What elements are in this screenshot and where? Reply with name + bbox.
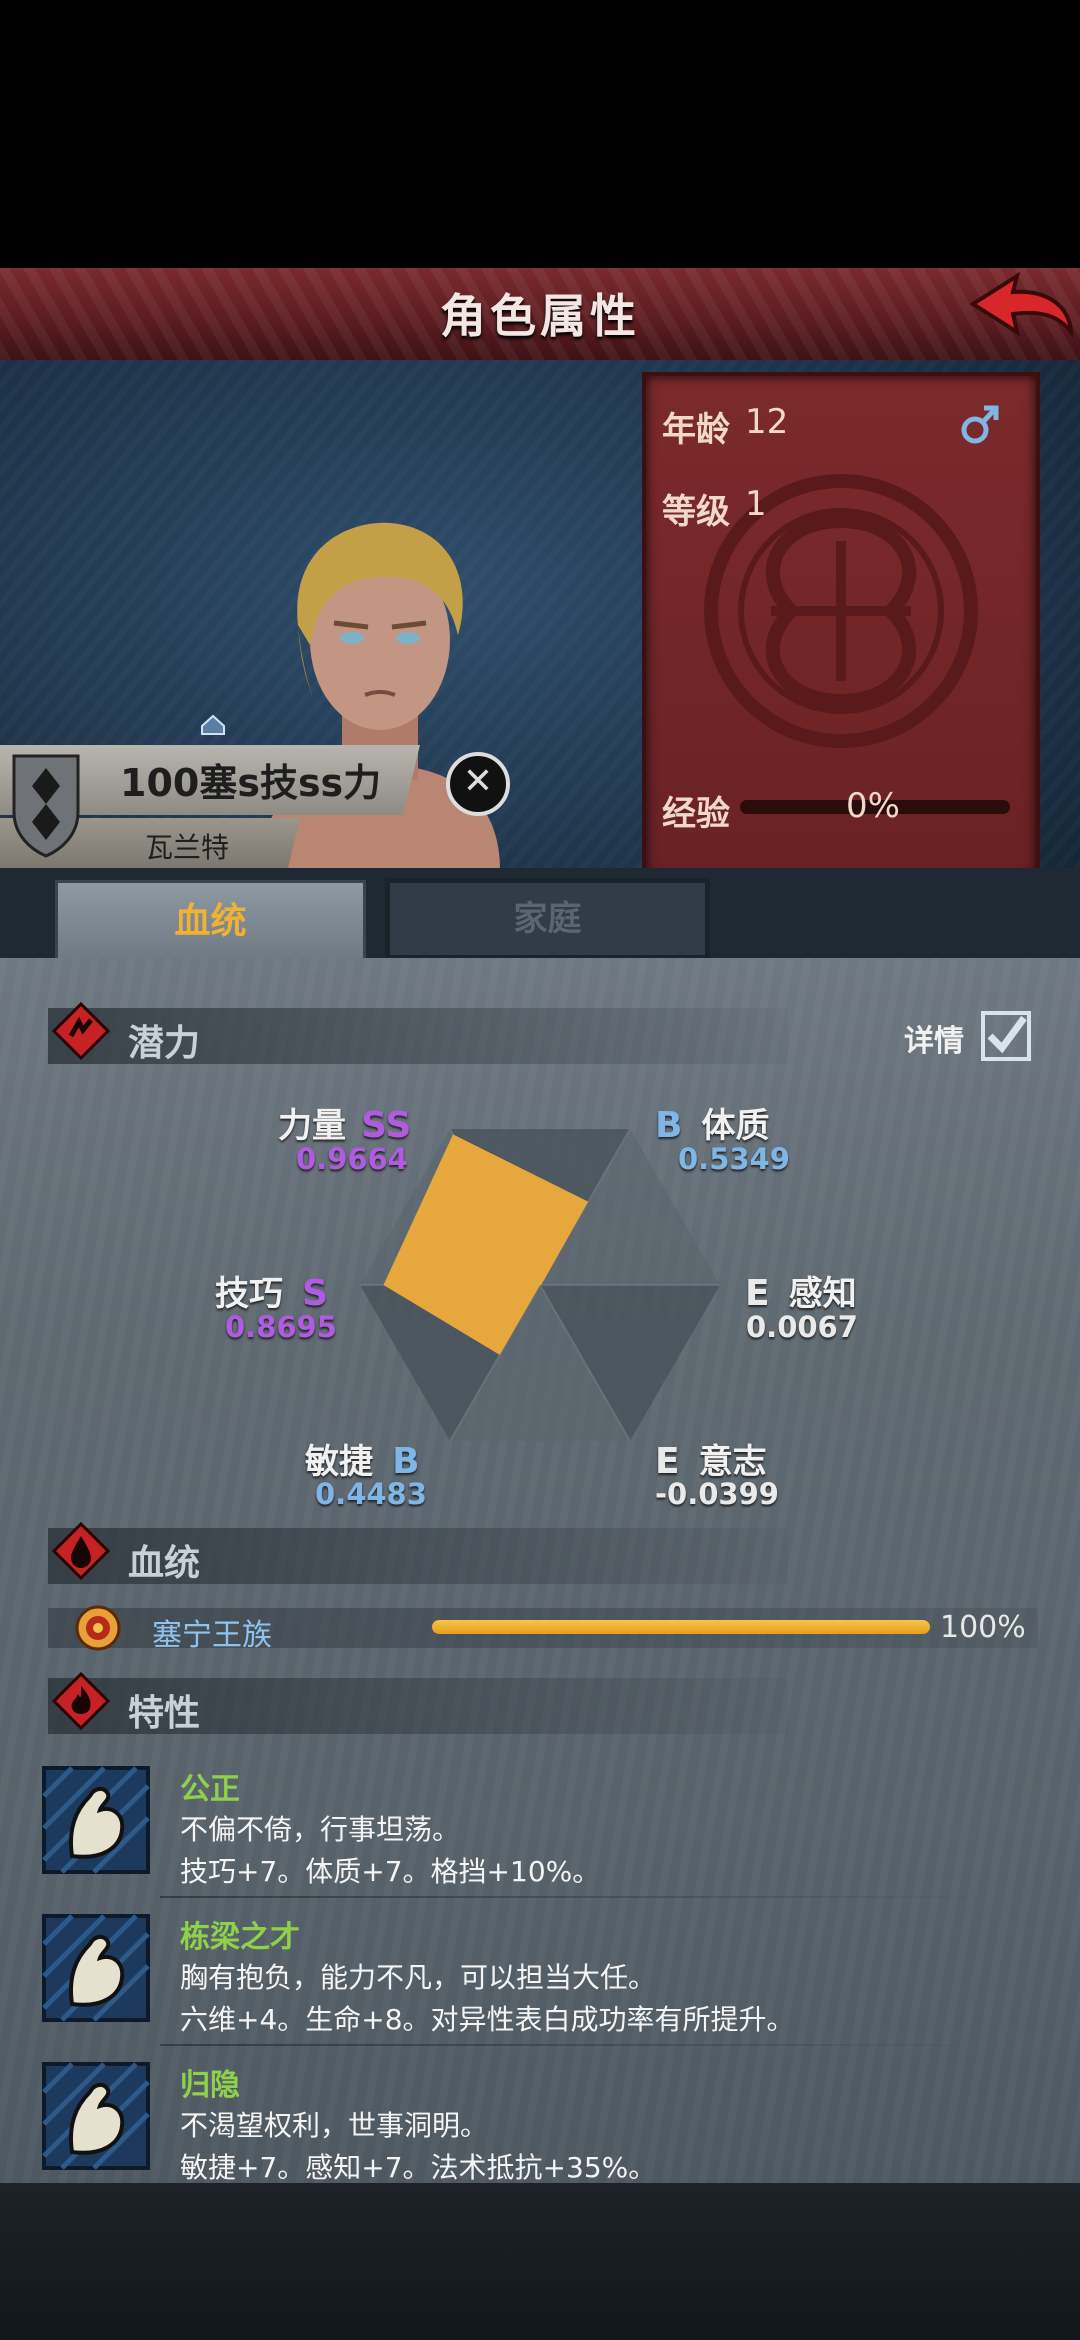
- trait-name-1: 公正: [180, 1772, 240, 1807]
- flame-icon: [52, 1672, 110, 1730]
- muscle-arm-icon: [42, 1914, 150, 2022]
- sun-crest-icon: [75, 1605, 121, 1651]
- grade-constitution: B: [655, 1105, 683, 1146]
- stat-strength: 力量 SS: [278, 1098, 411, 1147]
- tab-family[interactable]: 家庭: [385, 878, 710, 960]
- tab-bloodline[interactable]: 血统: [55, 880, 366, 964]
- value-constitution: 0.5349: [678, 1142, 790, 1176]
- value-strength: 0.9664: [296, 1142, 408, 1176]
- stat-label-skill: 技巧: [215, 1274, 283, 1314]
- stat-label-strength: 力量: [278, 1106, 346, 1146]
- trait-name-3: 归隐: [180, 2068, 240, 2103]
- stat-will: E 意志: [655, 1434, 767, 1483]
- stat-constitution: B 体质: [655, 1098, 770, 1147]
- grade-skill: S: [302, 1273, 329, 1314]
- blood-drop-icon: [52, 1522, 110, 1580]
- stat-label-agility: 敏捷: [305, 1442, 373, 1482]
- stat-label-will: 意志: [698, 1442, 767, 1482]
- potential-icon: [52, 1002, 110, 1060]
- level-value: 1: [745, 484, 767, 524]
- trait-separator: [160, 1896, 1000, 1898]
- character-portrait: [260, 522, 500, 870]
- value-skill: 0.8695: [225, 1310, 337, 1344]
- muscle-arm-icon: [42, 2062, 150, 2170]
- value-will: -0.0399: [655, 1477, 779, 1511]
- bottom-area: [0, 2183, 1080, 2340]
- grade-will: E: [655, 1441, 680, 1482]
- back-arrow-icon[interactable]: [965, 270, 1075, 350]
- close-button[interactable]: ✕: [446, 752, 510, 816]
- stat-label-perception: 感知: [788, 1274, 857, 1314]
- trait-name-2: 栋梁之才: [180, 1920, 300, 1955]
- value-perception: 0.0067: [746, 1310, 858, 1344]
- trait-desc-2: 胸有抱负，能力不凡，可以担当大任。: [180, 1961, 657, 1994]
- grade-agility: B: [392, 1441, 420, 1482]
- bloodline-title: 血统: [128, 1543, 201, 1584]
- level-label: 等级: [662, 492, 730, 532]
- trait-effect-1: 技巧+7。体质+7。格挡+10%。: [180, 1855, 601, 1888]
- stat-label-constitution: 体质: [701, 1106, 770, 1146]
- age-label: 年龄: [662, 410, 730, 450]
- trait-effect-2: 六维+4。生命+8。对异性表白成功率有所提升。: [180, 2003, 795, 2036]
- grade-perception: E: [745, 1273, 770, 1314]
- stat-agility: 敏捷 B: [305, 1434, 420, 1483]
- muscle-arm-icon: [42, 1766, 150, 1874]
- traits-title: 特性: [128, 1693, 201, 1734]
- house-icon: [201, 714, 225, 735]
- knot-emblem-icon: [704, 474, 978, 748]
- trait-effect-3: 敏捷+7。感知+7。法术抵抗+35%。: [180, 2151, 657, 2184]
- stat-skill: 技巧 S: [215, 1266, 328, 1315]
- character-name: 100塞s技ss力: [120, 761, 382, 805]
- trait-separator: [160, 2044, 1000, 2046]
- exp-label: 经验: [662, 794, 730, 834]
- bloodline-percent: 100%: [940, 1610, 1026, 1645]
- bloodline-name: 塞宁王族: [152, 1618, 272, 1653]
- details-checkbox[interactable]: [980, 1010, 1032, 1062]
- details-label: 详情: [904, 1024, 964, 1059]
- stat-perception: E 感知: [745, 1266, 857, 1315]
- trait-desc-1: 不偏不倚，行事坦荡。: [180, 1813, 461, 1846]
- crest-shield-icon: [12, 754, 80, 858]
- trait-desc-3: 不渴望权利，世事洞明。: [180, 2109, 489, 2142]
- grade-strength: SS: [361, 1105, 412, 1146]
- exp-value: 0%: [846, 786, 900, 826]
- value-agility: 0.4483: [315, 1477, 427, 1511]
- bloodline-bar-fill: [432, 1620, 930, 1634]
- character-origin: 瓦兰特: [145, 831, 230, 864]
- male-icon: [961, 405, 999, 444]
- potential-title: 潜力: [128, 1023, 201, 1064]
- page-title: 角色属性: [440, 289, 640, 343]
- age-value: 12: [745, 402, 789, 442]
